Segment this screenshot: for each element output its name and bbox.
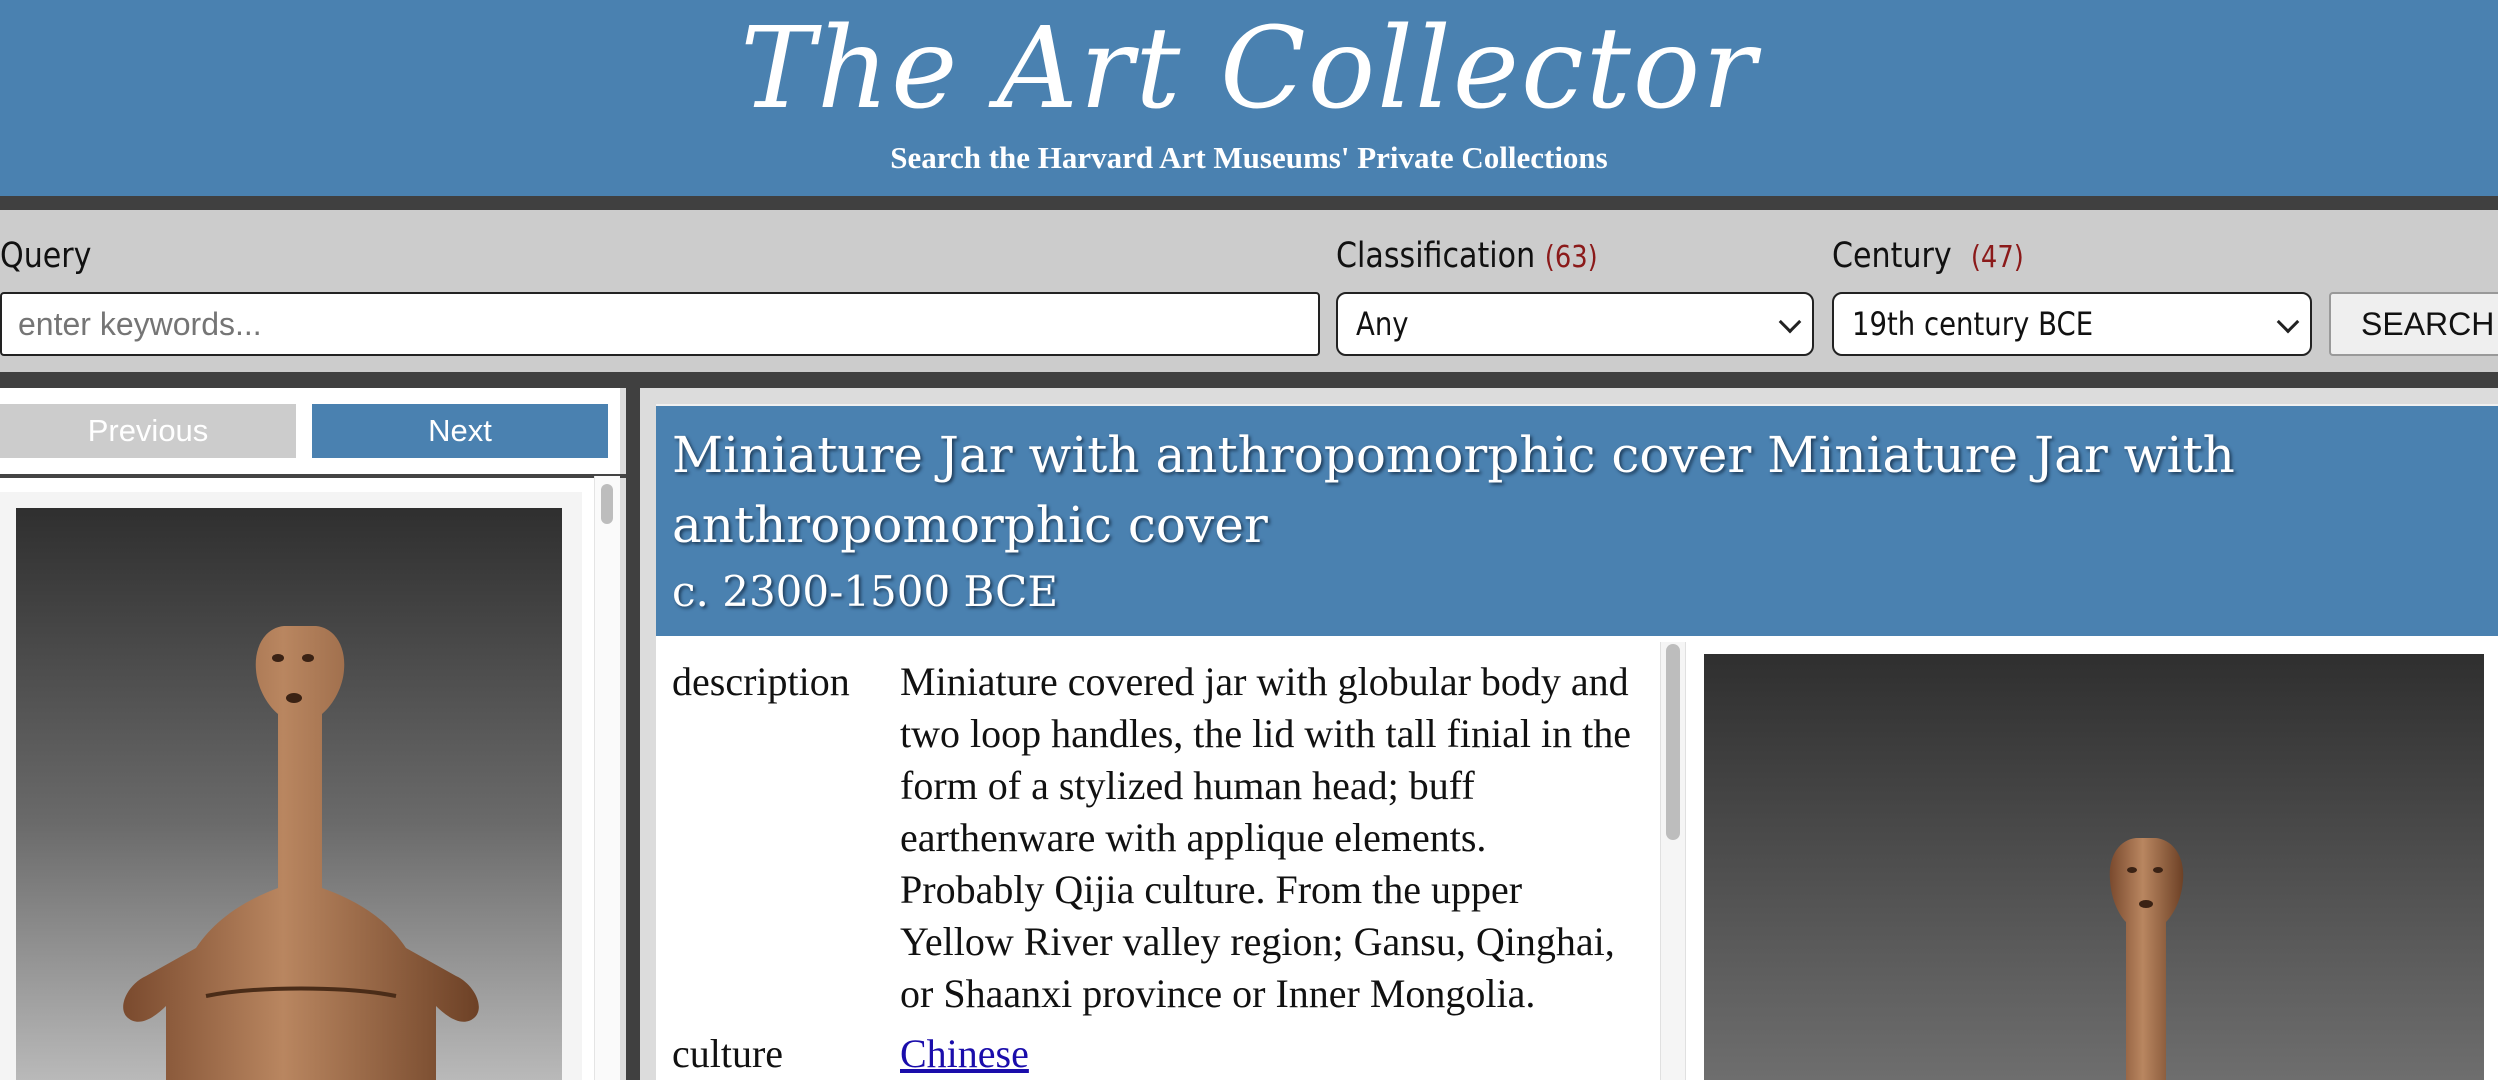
century-selected-value: 19th century BCE	[1852, 305, 2094, 343]
site-header: The Art Collector Search the Harvard Art…	[0, 0, 2498, 196]
object-title: Miniature Jar with anthropomorphic cover…	[672, 426, 2235, 554]
search-button[interactable]: SEARCH	[2329, 292, 2498, 356]
object-image[interactable]	[1704, 654, 2484, 1080]
previous-button[interactable]: Previous	[0, 404, 296, 458]
search-divider	[0, 372, 2498, 388]
object-date: c. 2300-1500 BCE	[672, 567, 1058, 616]
description-key: description	[672, 659, 850, 704]
details-scrollbar-thumb[interactable]	[1666, 644, 1680, 840]
classification-select[interactable]: Any	[1336, 292, 1814, 356]
culture-value: Chinese	[900, 1028, 1640, 1080]
results-scrollbar-thumb[interactable]	[601, 484, 613, 524]
search-form: Query Classification (63) Century (47) A…	[0, 210, 2498, 372]
site-logo[interactable]: The Art Collector	[0, 4, 2498, 134]
next-button[interactable]: Next	[312, 404, 608, 458]
classification-label: Classification (63)	[1336, 236, 1598, 276]
culture-link[interactable]: Chinese	[900, 1031, 1029, 1076]
results-divider	[0, 474, 626, 478]
century-select[interactable]: 19th century BCE	[1832, 292, 2312, 356]
chevron-down-icon	[2276, 310, 2300, 334]
classification-selected-value: Any	[1356, 305, 1409, 343]
site-subtitle: Search the Harvard Art Museums' Private …	[890, 140, 1608, 175]
description-value: Miniature covered jar with globular body…	[900, 659, 1631, 1016]
culture-key: culture	[672, 1031, 784, 1076]
query-input[interactable]	[0, 292, 1320, 356]
query-label: Query	[0, 236, 92, 276]
results-scrollbar[interactable]	[594, 476, 620, 1080]
header-divider	[0, 196, 2498, 210]
chevron-down-icon	[1778, 310, 1802, 334]
classification-count: (63)	[1544, 240, 1598, 275]
century-label: Century (47)	[1832, 236, 2024, 276]
panel-gutter	[626, 388, 640, 1080]
century-count: (47)	[1970, 240, 2024, 275]
result-thumbnail[interactable]	[16, 508, 562, 1080]
